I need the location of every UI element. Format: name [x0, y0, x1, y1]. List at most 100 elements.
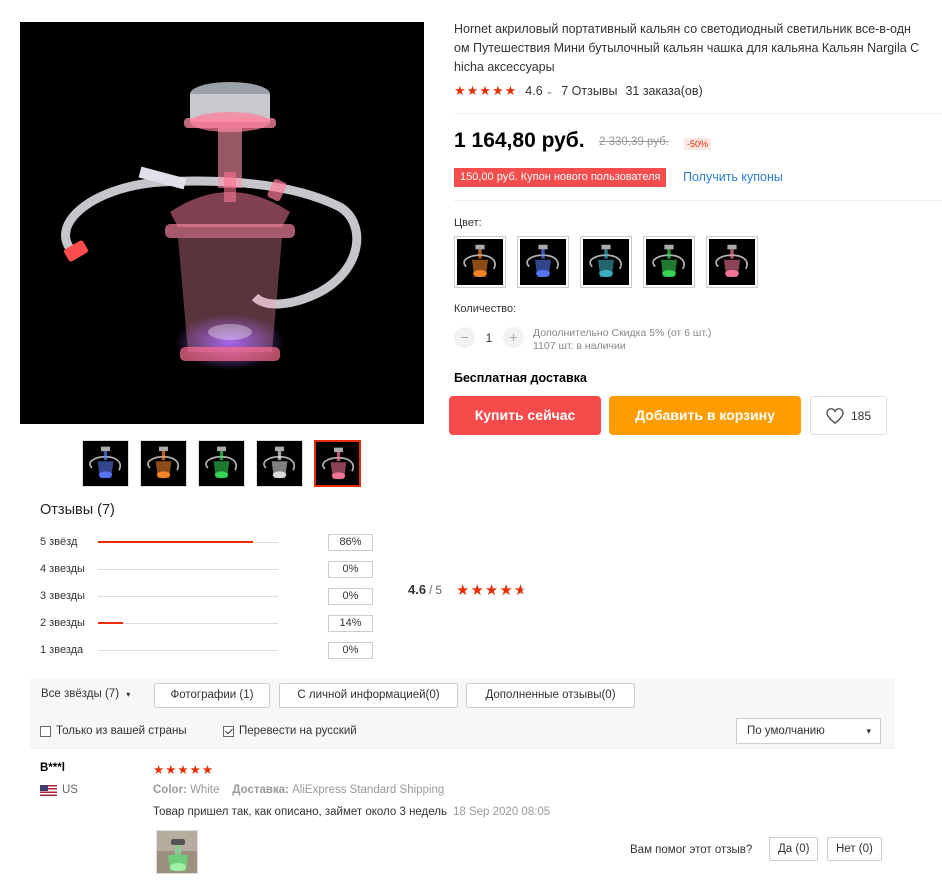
shipping-key: Доставка: — [232, 784, 289, 796]
rating-breakdown-row: 3 звезды 0% — [40, 587, 373, 605]
title-line: ом Путешествия Мини бутылочный кальян ча… — [454, 41, 920, 55]
review-date: 18 Sep 2020 08:05 — [453, 806, 551, 818]
color-label: Цвет: — [454, 217, 482, 229]
helpful-no-button[interactable]: Нет (0) — [827, 837, 882, 861]
chevron-down-icon: ▾ — [866, 726, 871, 736]
wishlist-count: 185 — [850, 408, 872, 423]
product-thumbnail[interactable] — [314, 440, 361, 487]
sort-select[interactable]: По умолчанию ▾ — [736, 718, 881, 744]
product-thumbnail[interactable] — [198, 440, 245, 487]
color-swatch[interactable] — [580, 236, 632, 288]
bulk-discount-note: Дополнительно Скидка 5% (от 6 шт.) — [533, 327, 712, 339]
product-thumbnail[interactable] — [256, 440, 303, 487]
country-code: US — [62, 784, 78, 796]
rating-breakdown-bar — [98, 649, 278, 651]
title-line: hicha аксессуары — [454, 60, 555, 74]
average-rating: 4.6 / 5 — [408, 582, 442, 597]
old-price: 2 330,39 руб. — [599, 136, 669, 148]
product-thumbnail[interactable] — [140, 440, 187, 487]
quantity-label: Количество: — [454, 303, 517, 315]
divider — [454, 200, 942, 201]
free-shipping-label: Бесплатная доставка — [454, 371, 587, 385]
rating-breakdown-fill — [98, 540, 253, 543]
reviewer-country: US — [40, 784, 78, 796]
review-photo-image — [157, 831, 197, 873]
rating-breakdown-fill — [98, 621, 124, 624]
swatch-image — [520, 239, 566, 285]
color-key: Color: — [153, 784, 187, 796]
swatch-image — [457, 239, 503, 285]
stock-note: 1107 шт. в наличии — [533, 340, 626, 352]
rating-breakdown-row: 4 звезды 0% — [40, 560, 373, 578]
checkbox-checked-icon[interactable] — [223, 725, 234, 737]
chevron-down-icon: ▾ — [126, 690, 131, 699]
color-swatch[interactable] — [454, 236, 506, 288]
reviewer-name: B***l — [40, 762, 65, 774]
buy-now-button[interactable]: Купить сейчас — [449, 396, 601, 435]
color-swatches — [454, 236, 758, 288]
product-main-image — [20, 22, 424, 424]
own-country-label: Только из вашей страны — [56, 725, 187, 737]
quantity-plus-button[interactable]: + — [503, 327, 524, 348]
color-swatch[interactable] — [706, 236, 758, 288]
rating-breakdown-bar — [98, 568, 278, 570]
checkbox-icon[interactable] — [40, 725, 51, 737]
review-stars: ★★★★★ — [153, 763, 215, 777]
rating-breakdown-percent: 0% — [328, 587, 373, 605]
all-stars-dropdown[interactable]: Все звёзды (7) ▾ — [34, 683, 147, 708]
new-user-coupon: 150,00 руб. Купон нового пользователя — [454, 168, 667, 187]
swatch-image — [646, 239, 692, 285]
reviews-count-link[interactable]: 7 Отзывы — [561, 84, 617, 98]
quantity-minus-button[interactable]: − — [454, 327, 475, 348]
filter-photos-button[interactable]: Фотографии (1) — [154, 683, 270, 708]
rating-breakdown-label: 2 звезды — [40, 617, 85, 629]
get-coupons-link[interactable]: Получить купоны — [683, 170, 783, 184]
product-thumbnail[interactable] — [82, 440, 129, 487]
rating-breakdown-label: 1 звезда — [40, 644, 84, 656]
filter-additional-button[interactable]: Дополненные отзывы(0) — [466, 683, 635, 708]
review-meta: Color: White Доставка: AliExpress Standa… — [153, 784, 444, 796]
rating-breakdown-bar — [98, 621, 278, 624]
swatch-image — [709, 239, 755, 285]
review-body: Товар пришел так, как описано, займет ок… — [153, 806, 447, 818]
us-flag-icon — [40, 784, 57, 796]
discount-badge: -50% — [684, 138, 712, 150]
quantity-value[interactable]: 1 — [484, 331, 494, 345]
translate-label: Перевести на русский — [239, 725, 357, 737]
translate-checkbox[interactable]: Перевести на русский — [223, 725, 357, 737]
shipping-value: AliExpress Standard Shipping — [292, 784, 445, 796]
rating-breakdown-percent: 0% — [328, 560, 373, 578]
own-country-checkbox[interactable]: Только из вашей страны — [40, 725, 187, 737]
divider — [454, 113, 942, 114]
helpful-yes-button[interactable]: Да (0) — [769, 837, 819, 861]
rating-breakdown-row: 5 звёзд 86% — [40, 533, 373, 551]
average-value: 4.6 — [408, 582, 427, 597]
heart-icon — [826, 407, 844, 424]
divider — [30, 748, 895, 749]
rating-value: 4.6 — [525, 84, 543, 98]
orders-count: 31 заказа(ов) — [625, 84, 703, 98]
color-swatch[interactable] — [517, 236, 569, 288]
average-stars: ★★★★★ — [456, 582, 529, 599]
product-title: Hornet акриловый портативный кальян со с… — [454, 20, 942, 77]
price: 1 164,80 руб. — [454, 129, 585, 152]
hookah-illustration — [61, 82, 362, 370]
add-to-cart-button[interactable]: Добавить в корзину — [609, 396, 801, 435]
rating-row: ★★★★★ 4.6 ⌄ 7 Отзывы 31 заказа(ов) — [454, 83, 703, 99]
chevron-down-icon[interactable]: ⌄ — [546, 86, 554, 97]
rating-breakdown-percent: 0% — [328, 641, 373, 659]
swatch-image — [583, 239, 629, 285]
all-stars-label: Все звёзды (7) — [41, 688, 120, 700]
rating-breakdown-bar — [98, 595, 278, 597]
rating-breakdown-bar — [98, 540, 278, 543]
review-photo[interactable] — [156, 830, 198, 874]
reviews-title: Отзывы (7) — [40, 502, 115, 518]
title-line: Hornet акриловый портативный кальян со с… — [454, 22, 911, 36]
rating-breakdown-label: 4 звезды — [40, 563, 85, 575]
color-value: White — [190, 784, 220, 796]
rating-breakdown-label: 3 звезды — [40, 590, 85, 602]
rating-breakdown-percent: 14% — [328, 614, 373, 632]
wishlist-button[interactable]: 185 — [810, 396, 887, 435]
color-swatch[interactable] — [643, 236, 695, 288]
filter-personal-info-button[interactable]: С личной информацией(0) — [279, 683, 458, 708]
